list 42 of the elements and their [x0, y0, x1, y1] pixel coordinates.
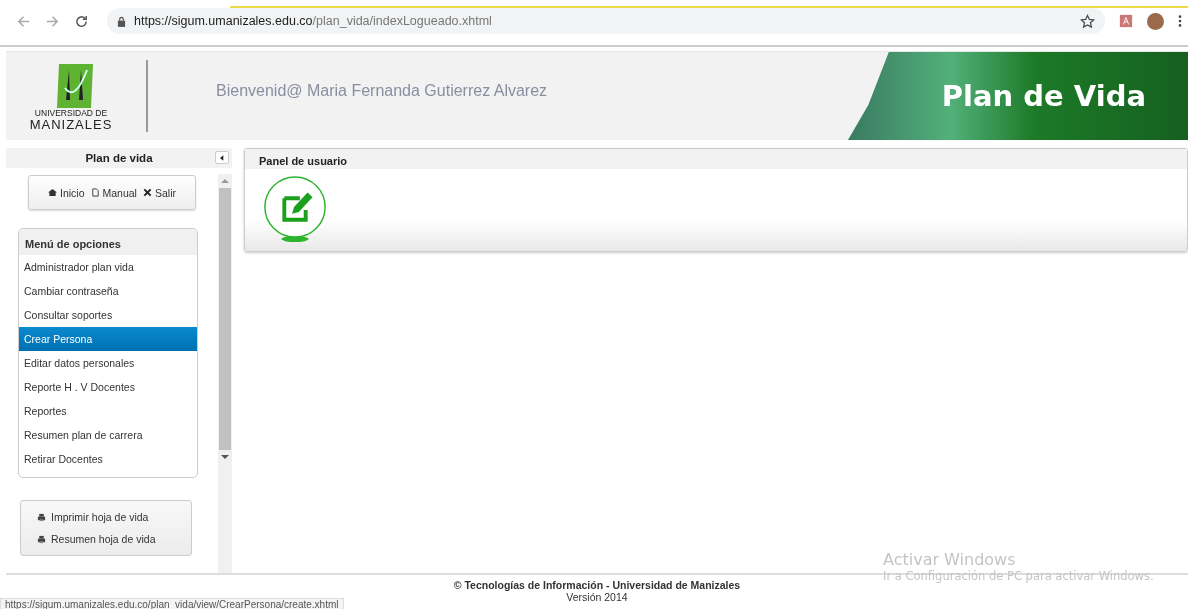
scroll-up-icon[interactable]: [221, 178, 229, 184]
menu-item[interactable]: Administrador plan vida: [19, 255, 197, 279]
banner-title: Plan de Vida: [941, 79, 1146, 113]
printer-icon: [37, 512, 46, 522]
reload-icon[interactable]: [74, 13, 89, 29]
address-bar[interactable]: https://sigum.umanizales.edu.co/plan_vida/indexLogueado.xhtml: [107, 8, 1105, 34]
menu-icon[interactable]: [1178, 14, 1182, 28]
collapse-button[interactable]: [215, 151, 229, 164]
menu-item[interactable]: Cambiar contraseña: [19, 279, 197, 303]
toolbar-link[interactable]: Inicio: [48, 186, 85, 199]
scrollbar[interactable]: [218, 174, 232, 573]
menu-item[interactable]: Retirar Docentes: [19, 447, 197, 471]
menu-item[interactable]: Consultar soportes: [19, 303, 197, 327]
welcome-text: Bienvenid@ Maria Fernanda Gutierrez Alvarez: [216, 82, 548, 100]
close-icon: [142, 188, 152, 197]
copyright-text: © Tecnologías de Información - Universidad de Manizales: [453, 579, 741, 591]
star-icon[interactable]: [1080, 13, 1095, 29]
print-link[interactable]: Resumen hoja de vida: [37, 533, 191, 545]
activation-title: Activar Windows: [883, 550, 1017, 569]
home-icon: [48, 188, 57, 197]
menu-title: Menú de opciones: [19, 229, 197, 255]
menu-item[interactable]: Editar datos personales: [19, 351, 197, 375]
logo-text: UNIVERSIDAD DE: [34, 107, 108, 118]
printer-icon: [37, 534, 46, 544]
logo-text: MANIZALES: [29, 117, 113, 131]
caret-icon: [220, 154, 224, 161]
menu-item[interactable]: Reportes: [19, 399, 197, 423]
scroll-down-icon[interactable]: [221, 454, 229, 460]
document-icon: [90, 188, 100, 197]
version-text: Versión 2014: [566, 591, 628, 603]
menu-item[interactable]: Reporte H . V Docentes: [19, 375, 197, 399]
profile-avatar[interactable]: [1147, 12, 1164, 30]
menu-item[interactable]: Resumen plan de carrera: [19, 423, 197, 447]
lock-icon: [117, 15, 126, 27]
print-link[interactable]: Imprimir hoja de vida: [37, 511, 191, 523]
panel-title: Panel de usuario: [245, 149, 1187, 169]
university-logo-icon: [55, 61, 95, 108]
edit-document-icon[interactable]: [261, 175, 329, 243]
toolbar-link[interactable]: Salir: [142, 186, 176, 199]
menu-item[interactable]: Crear Persona: [19, 327, 197, 351]
sidebar-title: Plan de vida: [85, 152, 153, 164]
toolbar-link[interactable]: Manual: [90, 186, 137, 199]
